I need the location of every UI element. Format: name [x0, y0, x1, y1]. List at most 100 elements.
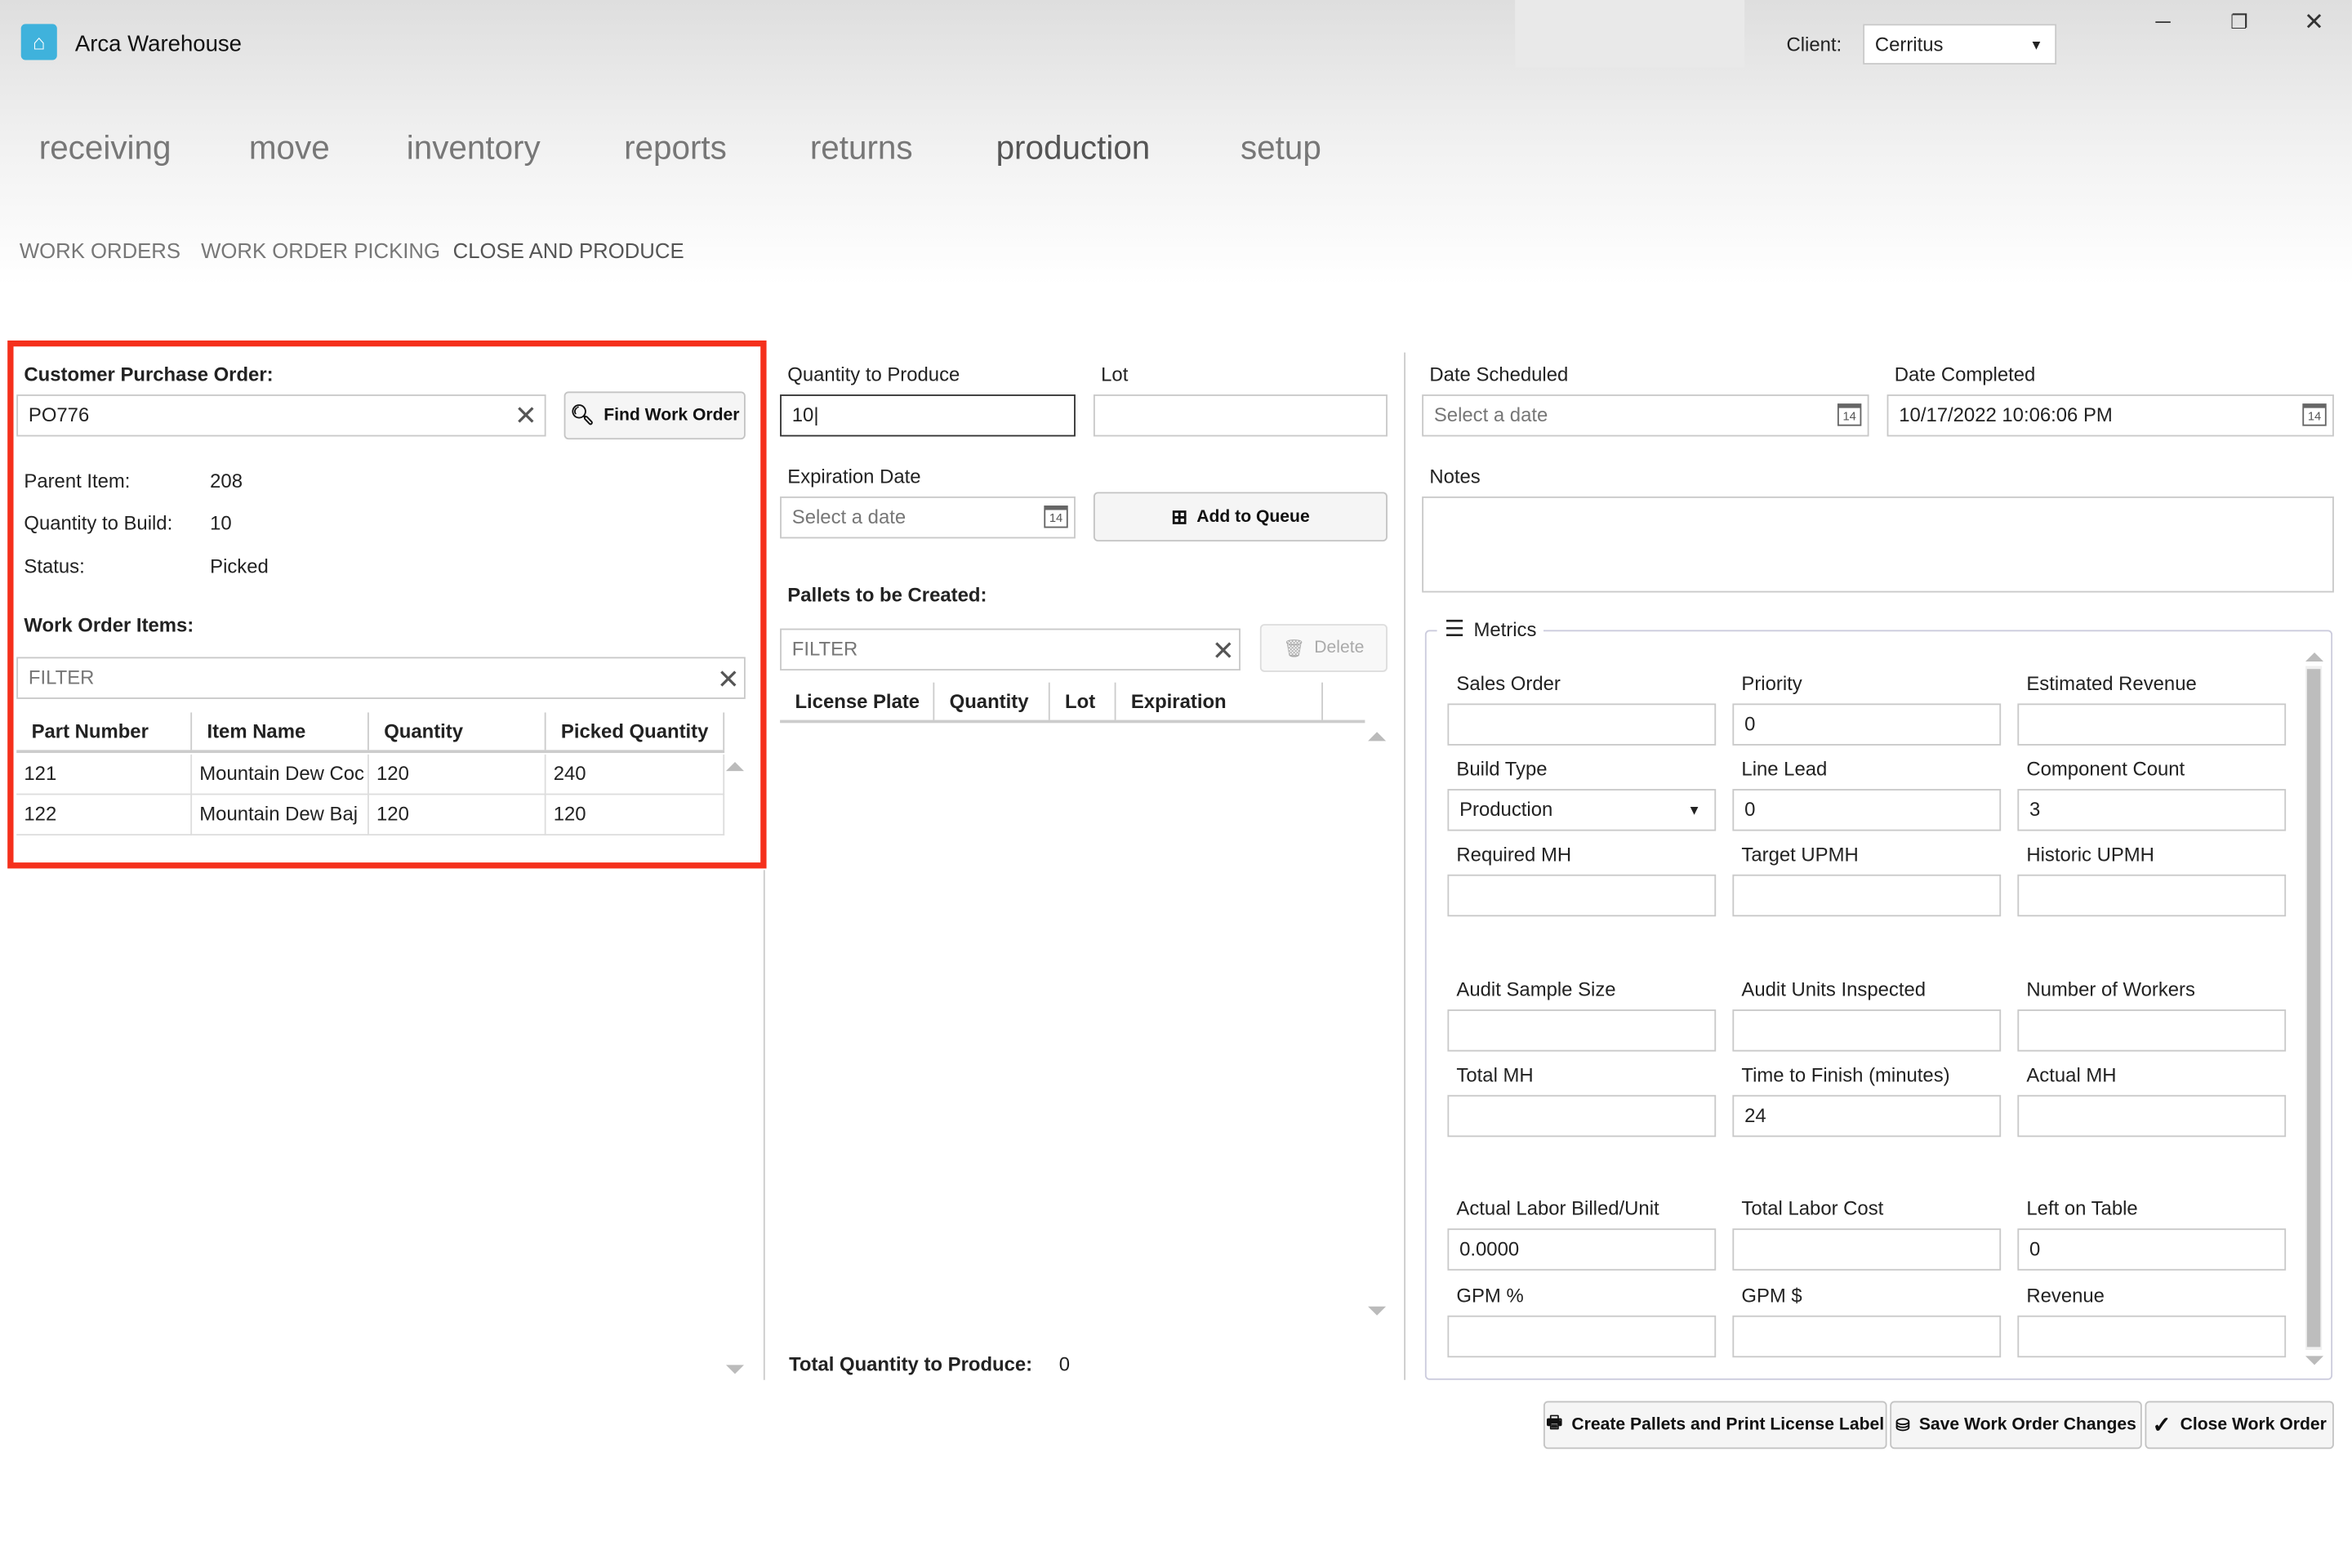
estimated-revenue-input[interactable]	[2017, 703, 2287, 746]
nav-production[interactable]: production	[996, 129, 1151, 168]
qty-produce-label: Quantity to Produce	[787, 363, 960, 386]
nav-move[interactable]: move	[249, 129, 330, 168]
calendar-icon[interactable]: 14	[2302, 403, 2327, 426]
create-pallets-button[interactable]: 🖶 Create Pallets and Print License Label	[1543, 1401, 1887, 1450]
table-row[interactable]: 121 Mountain Dew Coc 120 240	[16, 754, 725, 795]
revenue-input[interactable]	[2017, 1315, 2287, 1358]
save-changes-button[interactable]: ⛁ Save Work Order Changes	[1890, 1401, 2142, 1450]
scroll-down-arrow[interactable]	[725, 1365, 745, 1374]
line-lead-input[interactable]: 0	[1732, 789, 2002, 831]
total-labor-cost-input[interactable]	[1732, 1228, 2002, 1271]
table-row[interactable]: 122 Mountain Dew Baj 120 120	[16, 795, 725, 836]
left-on-table-input[interactable]: 0	[2017, 1228, 2287, 1271]
col-lot[interactable]: Lot	[1050, 682, 1116, 720]
search-icon: 🔍︎	[569, 403, 595, 426]
expiration-label: Expiration Date	[787, 465, 921, 488]
pallets-filter-input[interactable]: FILTER	[780, 628, 1241, 671]
nav-reports[interactable]: reports	[624, 129, 727, 168]
cell-picked-quantity: 240	[546, 754, 725, 795]
expiration-date-input[interactable]: Select a date	[780, 496, 1076, 539]
scroll-down-arrow[interactable]	[1368, 1306, 1387, 1316]
client-label: Client:	[1786, 33, 1842, 56]
cpo-input[interactable]: PO776	[16, 394, 546, 437]
gpm-input[interactable]	[1732, 1315, 2002, 1358]
col-expiration[interactable]: Expiration	[1116, 682, 1323, 720]
cell-item-name: Mountain Dew Coc	[192, 754, 369, 795]
nav-receiving[interactable]: receiving	[39, 129, 172, 168]
number-of-workers-label: Number of Workers	[2026, 978, 2195, 1001]
date-scheduled-input[interactable]: Select a date	[1422, 394, 1869, 437]
minimize-button[interactable]: ─	[2155, 9, 2170, 33]
date-scheduled-placeholder: Select a date	[1433, 403, 1548, 426]
client-select[interactable]: Cerritus ▼	[1863, 24, 2057, 65]
scroll-up-arrow[interactable]	[2305, 652, 2324, 662]
close-window-button[interactable]: ✕	[2304, 7, 2324, 38]
total-mh-input[interactable]	[1447, 1094, 1717, 1138]
trash-icon: 🗑︎	[1283, 640, 1306, 659]
historic-upmh-input[interactable]	[2017, 874, 2287, 917]
component-count-value: 3	[2029, 798, 2041, 821]
nav-setup[interactable]: setup	[1241, 129, 1321, 168]
notes-label: Notes	[1429, 465, 1481, 488]
clear-filter-icon[interactable]: ✕	[1212, 638, 1235, 665]
clear-filter-icon[interactable]: ✕	[717, 666, 740, 693]
col-item-name[interactable]: Item Name	[192, 712, 369, 751]
audit-units-inspected-input[interactable]	[1732, 1009, 2002, 1052]
nav-inventory[interactable]: inventory	[407, 129, 541, 168]
priority-value: 0	[1744, 712, 1756, 735]
restore-button[interactable]: ❐	[2230, 11, 2247, 34]
items-filter-input[interactable]: FILTER	[16, 657, 746, 699]
close-work-order-button[interactable]: ✓ Close Work Order	[2145, 1401, 2334, 1450]
clear-icon[interactable]: ✕	[514, 402, 537, 429]
scroll-down-arrow[interactable]	[2305, 1356, 2324, 1365]
line-lead-value: 0	[1744, 798, 1756, 821]
scroll-up-arrow[interactable]	[1368, 732, 1387, 742]
cell-picked-quantity: 120	[546, 795, 725, 836]
status-label: Status:	[24, 555, 85, 578]
date-completed-label: Date Completed	[1894, 363, 2036, 386]
calendar-icon[interactable]: 14	[1837, 403, 1862, 426]
col-license-plate[interactable]: License Plate	[780, 682, 935, 720]
date-completed-input[interactable]: 10/17/2022 10:06:06 PM	[1886, 394, 2334, 437]
qty-produce-input[interactable]: 10|	[780, 394, 1076, 437]
col-quantity[interactable]: Quantity	[934, 682, 1050, 720]
cpo-value: PO776	[28, 403, 90, 426]
find-work-order-button[interactable]: 🔍︎ Find Work Order	[564, 391, 746, 440]
items-table-header: Part Number Item Name Quantity Picked Qu…	[16, 712, 725, 754]
sales-order-input[interactable]	[1447, 703, 1717, 746]
number-of-workers-input[interactable]	[2017, 1009, 2287, 1052]
target-upmh-input[interactable]	[1732, 874, 2002, 917]
col-picked-quantity[interactable]: Picked Quantity	[546, 712, 725, 751]
left-on-table-label: Left on Table	[2026, 1196, 2138, 1220]
tab-work-order-picking[interactable]: WORK ORDER PICKING	[201, 238, 440, 262]
actual-mh-input[interactable]	[2017, 1094, 2287, 1138]
scrollbar-thumb[interactable]	[2306, 669, 2321, 1348]
priority-input[interactable]: 0	[1732, 703, 2002, 746]
lot-input[interactable]	[1093, 394, 1388, 437]
col-quantity[interactable]: Quantity	[369, 712, 546, 751]
notes-textarea[interactable]	[1422, 496, 2334, 593]
component-count-input[interactable]: 3	[2017, 789, 2287, 831]
calendar-icon[interactable]: 14	[1044, 505, 1068, 528]
tab-close-and-produce[interactable]: CLOSE AND PRODUCE	[453, 238, 684, 262]
qty-produce-value: 10	[791, 403, 814, 426]
time-to-finish-minutes-value: 24	[1744, 1103, 1766, 1127]
col-part-number[interactable]: Part Number	[16, 712, 193, 751]
required-mh-input[interactable]	[1447, 874, 1717, 917]
audit-sample-size-input[interactable]	[1447, 1009, 1717, 1052]
estimated-revenue-label: Estimated Revenue	[2026, 671, 2197, 695]
gpm-input[interactable]	[1447, 1315, 1717, 1358]
metrics-scrollbar[interactable]	[2305, 666, 2323, 1351]
add-to-queue-label: Add to Queue	[1196, 507, 1310, 526]
actual-labor-billed-unit-input[interactable]: 0.0000	[1447, 1228, 1717, 1271]
time-to-finish-minutes-input[interactable]: 24	[1732, 1094, 2002, 1138]
add-to-queue-button[interactable]: ⊞ Add to Queue	[1093, 492, 1388, 542]
tab-work-orders[interactable]: WORK ORDERS	[20, 238, 180, 262]
gpm-label: GPM $	[1741, 1284, 1802, 1307]
nav-returns[interactable]: returns	[810, 129, 913, 168]
scroll-up-arrow[interactable]	[725, 762, 745, 772]
build-type-select[interactable]: Production ▼	[1447, 789, 1717, 831]
divider	[1404, 352, 1405, 1380]
delete-button[interactable]: 🗑︎ Delete	[1259, 624, 1388, 672]
revenue-label: Revenue	[2026, 1284, 2105, 1307]
